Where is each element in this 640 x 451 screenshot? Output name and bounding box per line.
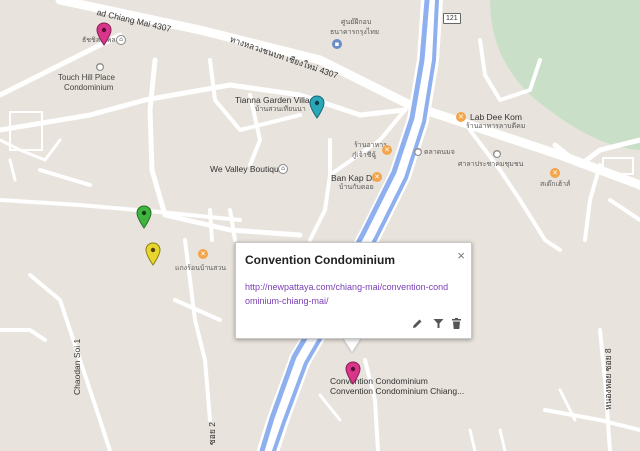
road-label-soi-8: หนองหอย ซอย 8 xyxy=(603,348,613,410)
map-marker-teal[interactable] xyxy=(309,95,325,119)
map-marker-convention[interactable] xyxy=(345,361,361,385)
pencil-icon[interactable] xyxy=(411,317,424,330)
restaurant-icon: ✕ xyxy=(456,112,466,122)
map-marker-yellow[interactable] xyxy=(145,242,161,266)
road-label-chaodan: Chaodan Soi 1 xyxy=(72,338,82,395)
map-marker-pink[interactable] xyxy=(96,22,112,46)
bank-icon: ▪ xyxy=(332,39,342,49)
label-touch-hill-2: Condominium xyxy=(64,83,114,92)
road-label-soi-2: ซอย 2 xyxy=(207,422,217,445)
label-kui-thai-2: กู๋เจ้าชีฉู้ xyxy=(352,152,377,159)
community-icon: ● xyxy=(493,150,501,158)
label-ban-kap-doi-2: บ้านกับดอย xyxy=(339,184,374,191)
map-marker-green[interactable] xyxy=(136,205,152,229)
style-icon[interactable] xyxy=(432,317,445,330)
label-right-thai-1: ตลาดนมจ xyxy=(424,149,455,156)
label-tianna-2: บ้านสวนเทียนนา xyxy=(255,106,306,113)
label-touch-hill-1: Touch Hill Place xyxy=(58,73,115,82)
route-shield-121: 121 xyxy=(443,13,461,24)
label-we-valley: We Valley Boutique xyxy=(210,164,284,174)
camera-icon: ● xyxy=(96,63,104,71)
hotel-icon: ⌂ xyxy=(116,35,126,45)
label-convention-2: Convention Condominium Chiang... xyxy=(330,386,465,396)
label-lab-dee-kom-1: Lab Dee Kom xyxy=(470,112,522,122)
info-window-title: Convention Condominium xyxy=(245,253,395,267)
label-left-thai: แกงร้อนบ้านสวน xyxy=(175,265,227,272)
restaurant-icon: ✕ xyxy=(550,168,560,178)
label-tianna-1: Tianna Garden Village xyxy=(235,95,320,105)
info-window: Convention Condominium × http://newpatta… xyxy=(235,242,472,339)
label-right-thai-3: สเต๊กเฮ้าส์ xyxy=(540,181,571,188)
hotel-icon: ⌂ xyxy=(278,164,288,174)
label-top-thai-2: ธนาคารกรุงไทย xyxy=(330,29,380,36)
info-window-link[interactable]: http://newpattaya.com/chiang-mai/convent… xyxy=(245,280,450,308)
market-icon: ● xyxy=(414,148,422,156)
restaurant-icon: ✕ xyxy=(372,172,382,182)
trash-icon[interactable] xyxy=(450,317,463,330)
info-window-tail xyxy=(343,338,361,352)
label-top-thai-1: ศูนย์ฝึกอบ xyxy=(341,19,372,26)
label-lab-dee-kom-2: ร้านอาหารลาบดีคม xyxy=(466,123,526,130)
label-right-thai-2: ศาลาประชาคมชุมชน xyxy=(458,161,524,168)
close-icon[interactable]: × xyxy=(457,248,465,263)
restaurant-icon: ✕ xyxy=(382,145,392,155)
restaurant-icon: ✕ xyxy=(198,249,208,259)
